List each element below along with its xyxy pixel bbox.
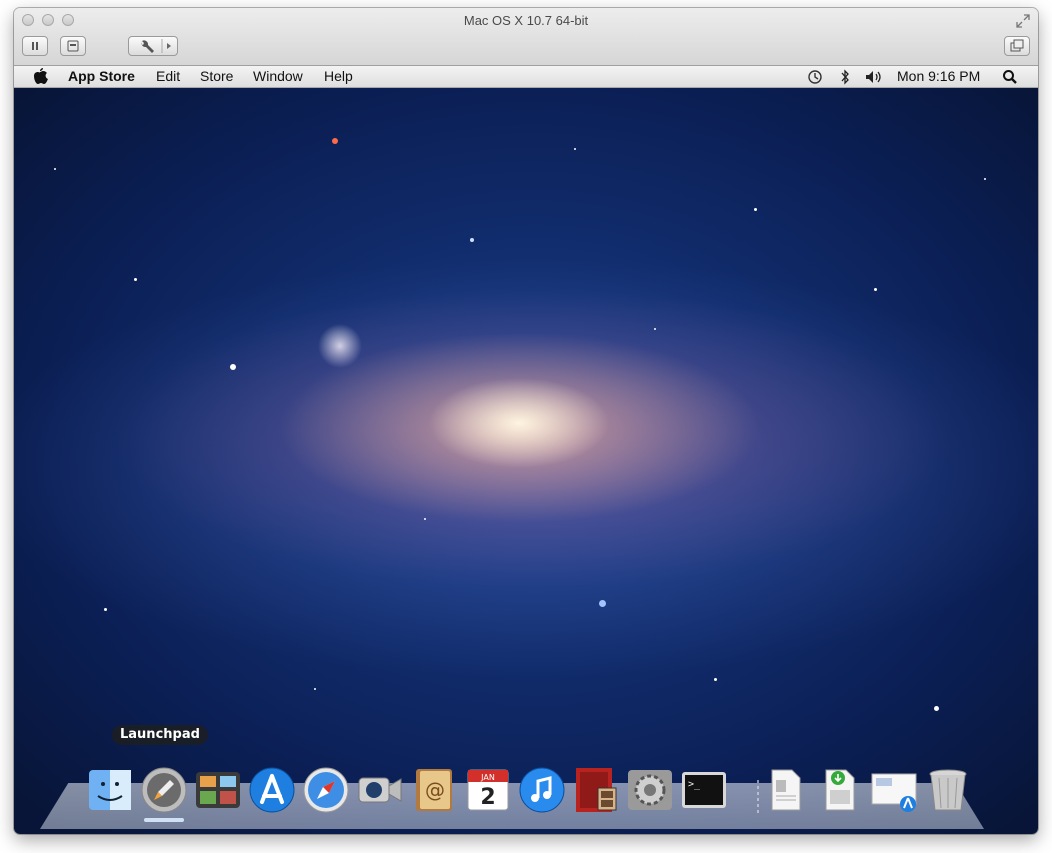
menu-window[interactable]: Window	[253, 68, 303, 84]
bluetooth-icon[interactable]	[840, 69, 850, 88]
launchpad-running-indicator	[144, 818, 184, 822]
applications-stack-icon[interactable]	[870, 766, 918, 814]
downloads-icon[interactable]	[816, 766, 864, 814]
system-preferences-icon[interactable]	[626, 766, 674, 814]
facetime-icon[interactable]	[356, 766, 404, 814]
star	[714, 678, 717, 681]
window-stack-icon	[1010, 39, 1024, 52]
address-book-icon[interactable]: @	[410, 766, 458, 814]
pause-icon	[32, 42, 38, 50]
menu-help[interactable]: Help	[324, 68, 353, 84]
star	[574, 148, 576, 150]
star	[754, 208, 757, 211]
menu-app-store[interactable]: App Store	[68, 68, 135, 84]
menu-bar: App Store Edit Store Window Help Mon 9:1…	[14, 66, 1038, 88]
finder-icon[interactable]	[86, 766, 134, 814]
star	[314, 688, 316, 690]
menu-clock[interactable]: Mon 9:16 PM	[897, 68, 980, 84]
star	[424, 518, 426, 520]
svg-text:@: @	[425, 778, 445, 802]
photo-booth-icon[interactable]	[572, 766, 620, 814]
dock-tooltip: Launchpad	[112, 725, 208, 745]
ical-icon[interactable]: JAN 2	[464, 766, 512, 814]
app-store-icon[interactable]	[248, 766, 296, 814]
star	[134, 278, 137, 281]
launchpad-icon[interactable]	[140, 766, 188, 814]
svg-text:2: 2	[480, 785, 495, 810]
time-machine-icon[interactable]	[807, 69, 823, 88]
star	[54, 168, 56, 170]
svg-text:>_: >_	[688, 779, 701, 790]
safari-icon[interactable]	[302, 766, 350, 814]
star	[599, 600, 606, 607]
fullscreen-arrows-icon[interactable]	[1016, 14, 1030, 28]
settings-wrench-icon	[141, 39, 171, 53]
settings-button[interactable]	[128, 36, 178, 56]
title-bar: Mac OS X 10.7 64-bit	[14, 8, 1038, 66]
star	[934, 706, 939, 711]
star	[104, 608, 107, 611]
star	[874, 288, 877, 291]
svg-text:JAN: JAN	[480, 773, 495, 782]
document-icon[interactable]	[762, 766, 810, 814]
star	[230, 364, 236, 370]
window-title: Mac OS X 10.7 64-bit	[463, 13, 589, 28]
terminal-icon[interactable]: >_	[680, 766, 728, 814]
apple-menu-icon[interactable]	[32, 67, 48, 88]
snapshot-icon	[67, 40, 79, 52]
star	[332, 138, 338, 144]
menu-store[interactable]: Store	[200, 68, 233, 84]
itunes-icon[interactable]	[518, 766, 566, 814]
pause-button[interactable]	[22, 36, 48, 56]
snapshot-button[interactable]	[60, 36, 86, 56]
spotlight-icon[interactable]	[1002, 69, 1018, 88]
star	[470, 238, 474, 242]
mission-control-icon[interactable]	[194, 766, 242, 814]
trash-icon[interactable]	[924, 766, 972, 814]
vm-window: Mac OS X 10.7 64-bit App Store Edit Stor…	[14, 8, 1038, 834]
volume-icon[interactable]	[865, 70, 883, 87]
star	[984, 178, 986, 180]
unity-view-button[interactable]	[1004, 36, 1030, 56]
menu-edit[interactable]: Edit	[156, 68, 180, 84]
desktop-galaxy-wallpaper	[14, 88, 1038, 834]
star	[654, 328, 656, 330]
